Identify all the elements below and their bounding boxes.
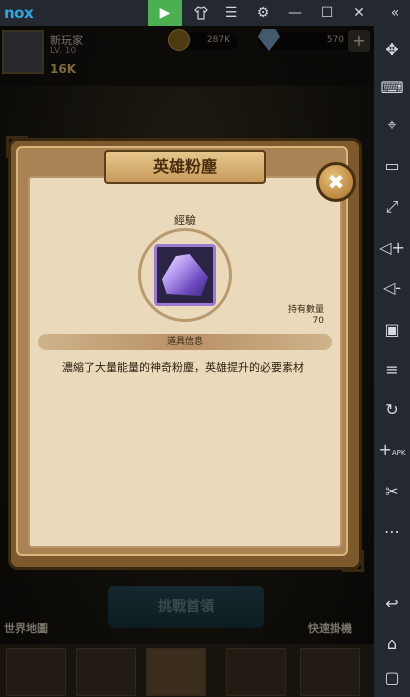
maximize-icon[interactable]: ☐ [312,0,342,26]
close-button[interactable]: ✖ [316,162,356,202]
volume-down-icon[interactable]: ◁- [374,272,410,302]
owned-quantity-value: 70 [312,316,324,326]
more-icon[interactable]: ⋯ [374,516,410,546]
home-icon[interactable]: ⌂ [374,628,410,658]
item-description: 濃縮了大量能量的神奇粉塵，英雄提升的必要素材 [62,361,304,374]
minimize-icon[interactable]: — [280,0,310,26]
screenshot-icon[interactable]: ▣ [374,314,410,344]
apk-install-icon[interactable]: +APK [374,434,410,464]
play-store-icon[interactable]: ▶ [148,0,182,26]
emulator-sidebar: ✥ ⌨ ⌖ ▭ ⤢ ◁+ ◁- ▣ ≡ ↻ +APK ✂ ⋯ ↩ ⌂ ▢ [374,26,410,697]
keyboard-icon[interactable]: ⌨ [374,72,410,102]
shake-icon[interactable]: ≡ [374,354,410,384]
corner-ornament [342,550,364,572]
rotate-icon[interactable]: ↻ [374,394,410,424]
volume-up-icon[interactable]: ◁+ [374,232,410,262]
scissors-icon[interactable]: ✂ [374,476,410,506]
menu-icon[interactable]: ☰ [216,0,246,26]
item-info-modal: 英雄粉塵 ✖ 經驗 持有數量 70 道具信息 濃縮了大量能量的神奇粉塵，英雄提升… [6,136,364,572]
collapse-icon[interactable]: « [380,0,410,26]
screen-icon[interactable]: ▭ [374,150,410,180]
owned-quantity-label: 持有數量 [287,305,324,315]
close-x-icon: ✖ [327,170,345,194]
recent-apps-icon[interactable]: ▢ [374,662,410,692]
fullscreen-icon[interactable]: ⤢ [374,192,410,222]
location-icon[interactable]: ⌖ [374,110,410,140]
close-icon[interactable]: ✕ [344,0,374,26]
apk-label: APK [391,448,406,457]
nox-logo: nox [4,4,34,22]
back-icon[interactable]: ↩ [374,588,410,618]
gear-icon[interactable]: ⚙ [248,0,278,26]
item-category: 經驗 [174,214,196,227]
gamepad-icon[interactable]: ✥ [374,34,410,64]
corner-ornament [6,136,28,158]
game-viewport: 新玩家 LV. 10 16K 287K 570 + 挑戰首領 世界地圖 快速掛機… [0,26,374,697]
item-info-header: 道具信息 [38,334,332,350]
modal-title: 英雄粉塵 [104,150,266,184]
emulator-titlebar: nox ▶ ☰ ⚙ — ☐ ✕ « [0,0,410,26]
shirt-icon[interactable] [186,0,216,26]
